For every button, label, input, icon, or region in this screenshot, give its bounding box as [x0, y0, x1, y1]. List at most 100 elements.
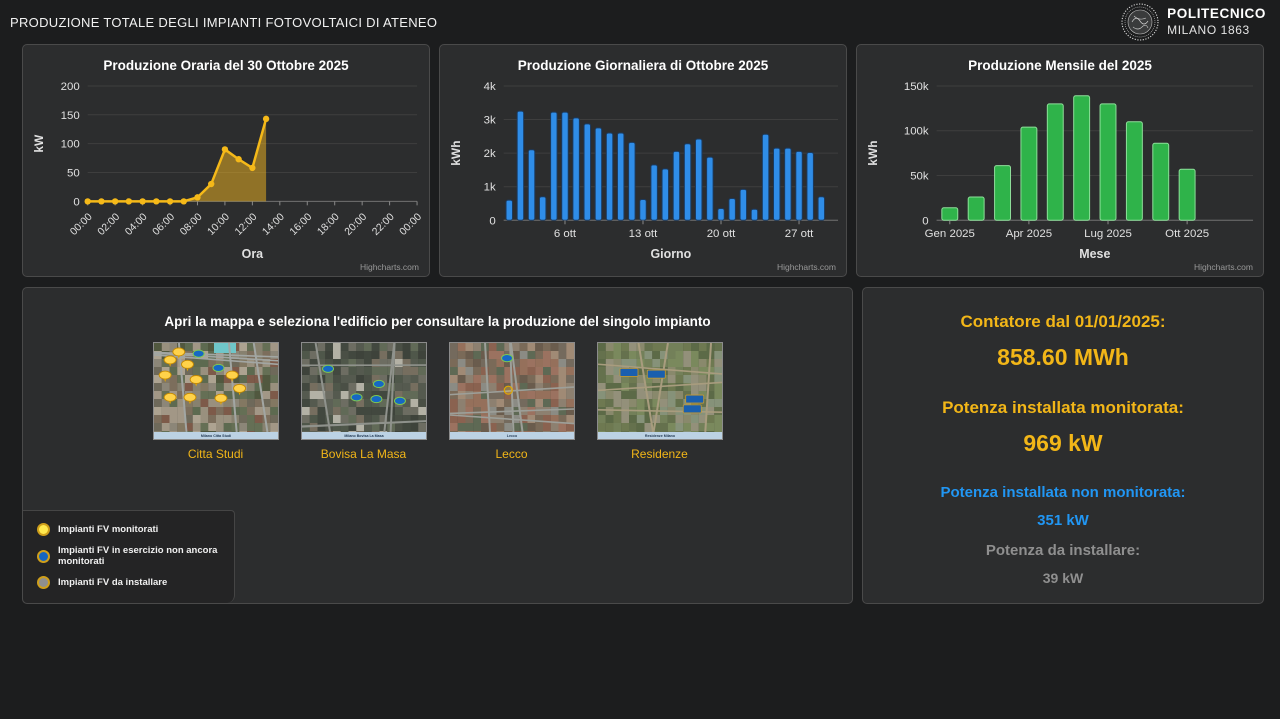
svg-text:20 ott: 20 ott	[707, 228, 736, 240]
bar[interactable]	[774, 148, 780, 220]
bar[interactable]	[539, 197, 545, 221]
monthly-production-bar-chart[interactable]: 050k100k150kGen 2025Apr 2025Lug 2025Ott …	[857, 75, 1263, 274]
bar[interactable]	[640, 199, 646, 220]
plant-marker-monitored[interactable]	[233, 384, 245, 392]
plant-marker-monitored[interactable]	[226, 371, 238, 379]
bar[interactable]	[517, 111, 523, 220]
bar[interactable]	[818, 197, 824, 221]
daily-production-bar-chart[interactable]: 01k2k3k4k6 ott13 ott20 ott27 ottkWhGiorn…	[440, 75, 846, 274]
data-point[interactable]	[153, 198, 159, 204]
highcharts-credit-link[interactable]: Highcharts.com	[360, 262, 419, 272]
bar[interactable]	[528, 150, 534, 221]
bar[interactable]	[762, 134, 768, 220]
data-point[interactable]	[84, 198, 90, 204]
bar[interactable]	[968, 197, 984, 220]
bar[interactable]	[629, 142, 635, 220]
map-thumbnail-lecco[interactable]: LeccoLecco	[450, 343, 574, 461]
map-thumbnail-bovisa-la-masa[interactable]: Milano Bovisa La MasaBovisa La Masa	[302, 343, 426, 461]
plant-marker-monitored[interactable]	[214, 394, 226, 402]
bar[interactable]	[684, 144, 690, 221]
bar[interactable]	[807, 152, 813, 220]
highcharts-credit-link[interactable]: Highcharts.com	[1194, 262, 1253, 272]
bar[interactable]	[1021, 127, 1037, 220]
data-point[interactable]	[112, 198, 118, 204]
data-point[interactable]	[98, 198, 104, 204]
map-thumbnail-citta-studi[interactable]: Milano Citta StudiCitta Studi	[154, 343, 278, 461]
plant-marker-not-monitored[interactable]	[322, 365, 333, 372]
politecnico-logo[interactable]: POLITECNICO MILANO 1863	[1120, 2, 1266, 42]
highcharts-credit-link[interactable]: Highcharts.com	[777, 262, 836, 272]
bar[interactable]	[562, 112, 568, 220]
data-point[interactable]	[167, 198, 173, 204]
plant-marker-monitored[interactable]	[164, 393, 176, 401]
bar[interactable]	[1047, 104, 1063, 220]
bar[interactable]	[651, 165, 657, 220]
campus-maps-panel: Apri la mappa e seleziona l'edificio per…	[22, 287, 853, 604]
bar[interactable]	[673, 151, 679, 220]
legend-item: Impianti FV monitorati	[37, 523, 222, 536]
bar[interactable]	[740, 189, 746, 220]
plant-marker-not-monitored[interactable]	[351, 394, 362, 401]
plant-marker-monitored[interactable]	[164, 356, 176, 364]
plant-marker-label[interactable]	[647, 370, 665, 378]
data-point[interactable]	[222, 146, 228, 152]
data-point[interactable]	[194, 194, 200, 200]
plant-marker-monitored[interactable]	[181, 360, 193, 368]
hourly-production-area-chart[interactable]: 05010015020000:0002:0004:0006:0008:0010:…	[23, 75, 429, 274]
bar[interactable]	[551, 112, 557, 220]
plant-marker-not-monitored[interactable]	[394, 397, 405, 404]
data-point[interactable]	[181, 198, 187, 204]
bar[interactable]	[785, 148, 791, 220]
plant-marker-monitored[interactable]	[159, 371, 171, 379]
bar[interactable]	[606, 133, 612, 220]
bar[interactable]	[995, 166, 1011, 221]
plant-marker-label[interactable]	[620, 368, 638, 376]
map-bar-label: Lecco	[506, 434, 517, 438]
bar[interactable]	[617, 133, 623, 220]
svg-text:Gen 2025: Gen 2025	[925, 228, 975, 240]
map-thumbnail-residenze[interactable]: Residenze MilanoResidenze	[598, 343, 722, 461]
satellite-map-citta-studi[interactable]: Milano Citta Studi	[154, 343, 278, 439]
satellite-map-bovisa-la-masa[interactable]: Milano Bovisa La Masa	[302, 343, 426, 439]
bar[interactable]	[707, 157, 713, 220]
bar[interactable]	[695, 139, 701, 220]
bar[interactable]	[584, 124, 590, 220]
bar[interactable]	[1074, 96, 1090, 220]
bar[interactable]	[595, 128, 601, 220]
svg-text:12:00: 12:00	[233, 212, 259, 238]
plant-marker-label[interactable]	[685, 395, 703, 403]
bar[interactable]	[796, 151, 802, 220]
plant-marker-monitored[interactable]	[183, 393, 195, 401]
bar[interactable]	[662, 169, 668, 220]
data-point[interactable]	[235, 156, 241, 162]
bar[interactable]	[942, 208, 958, 221]
data-point[interactable]	[249, 165, 255, 171]
plant-marker-not-monitored[interactable]	[501, 355, 512, 362]
plant-marker-not-monitored[interactable]	[193, 350, 204, 357]
plant-marker-label[interactable]	[683, 405, 701, 413]
bar[interactable]	[1153, 143, 1169, 220]
bar[interactable]	[1126, 122, 1142, 221]
satellite-map-lecco[interactable]: Lecco	[450, 343, 574, 439]
bar[interactable]	[573, 118, 579, 220]
bar[interactable]	[1179, 169, 1195, 220]
plant-marker-not-monitored[interactable]	[370, 395, 381, 402]
plant-marker-to-install[interactable]	[504, 386, 512, 394]
bar[interactable]	[729, 198, 735, 220]
data-point[interactable]	[208, 181, 214, 187]
bar[interactable]	[751, 209, 757, 220]
plant-marker-not-monitored[interactable]	[212, 364, 223, 371]
data-point[interactable]	[263, 116, 269, 122]
bar[interactable]	[718, 209, 724, 221]
bar[interactable]	[506, 200, 512, 220]
plant-marker-not-monitored[interactable]	[373, 380, 384, 387]
plant-marker-monitored[interactable]	[172, 348, 184, 356]
monthly-production-panel: Produzione Mensile del 2025 050k100k150k…	[856, 44, 1264, 277]
legend-label: Impianti FV da installare	[58, 577, 167, 588]
satellite-map-residenze[interactable]: Residenze Milano	[598, 343, 722, 439]
svg-text:200: 200	[61, 81, 80, 93]
plant-marker-monitored[interactable]	[190, 375, 202, 383]
data-point[interactable]	[126, 198, 132, 204]
bar[interactable]	[1100, 104, 1116, 220]
data-point[interactable]	[139, 198, 145, 204]
